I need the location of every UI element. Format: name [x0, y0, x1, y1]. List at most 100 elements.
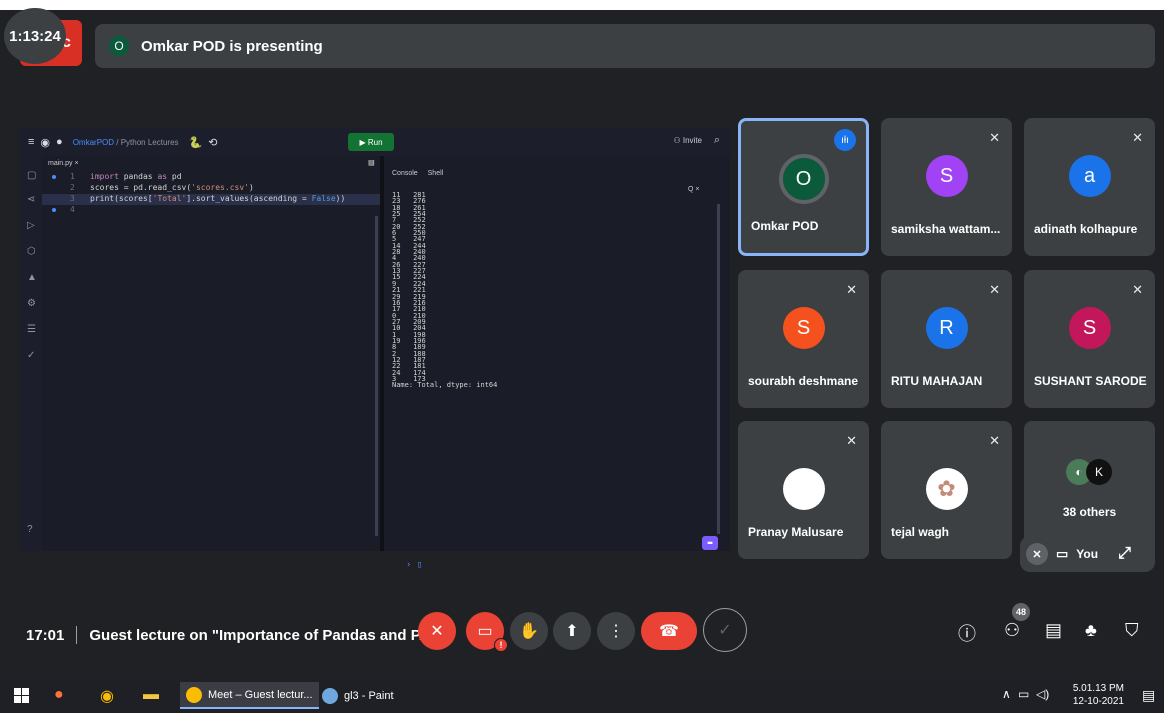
system-clock[interactable]: 5.01.13 PM 12-10-2021: [1073, 682, 1124, 708]
info-icon[interactable]: ⓘ: [958, 620, 976, 646]
windows-start-icon[interactable]: [14, 688, 29, 703]
console-scrollbar: [717, 204, 720, 534]
lock-icon: ▲: [27, 272, 37, 283]
present-button[interactable]: ⬆: [553, 612, 591, 650]
line-number: 1: [70, 172, 75, 181]
chrome-icon[interactable]: ◉: [100, 686, 114, 706]
show-hidden-icons-icon[interactable]: ∧: [1002, 687, 1011, 701]
ide-sidebar: ▢ ⋖ ▷ ⬡ ▲ ⚙ ☰ ✓ ?: [20, 156, 42, 551]
leave-call-button[interactable]: ☎: [641, 612, 697, 650]
tile-omkar-pod[interactable]: ıłı O Omkar POD: [738, 118, 869, 256]
meeting-clock: 17:01: [26, 626, 65, 644]
self-view-label: You: [1076, 547, 1099, 561]
more-icon: ⋮: [608, 623, 624, 640]
line-number: 3: [70, 194, 75, 203]
more-options-button[interactable]: ⋮: [597, 612, 635, 650]
avatar: S: [925, 155, 968, 197]
hangup-icon: ☎: [659, 623, 679, 640]
chat-icon[interactable]: ▤: [1045, 620, 1062, 641]
file-icon: ▤: [368, 158, 374, 168]
camera-off-icon: ▭: [477, 623, 493, 640]
mic-off-icon: ✕: [1132, 282, 1143, 297]
participant-name: sourabh deshmane: [748, 374, 859, 388]
clock-time: 5.01.13 PM: [1072, 683, 1124, 694]
help-icon: ?: [27, 524, 33, 535]
console-pane: Console Shell Q × 11 281 23 276 18 261 2…: [384, 156, 730, 570]
tile-sushant[interactable]: ✕ S SUSHANT SARODE: [1024, 270, 1155, 408]
code-line: 3 print(scores['Total'].sort_values(ascen…: [42, 194, 380, 205]
mic-toggle-button[interactable]: ✕: [418, 612, 456, 650]
presenting-text: Omkar POD is presenting: [141, 37, 323, 55]
present-icon: ⬆: [565, 623, 579, 640]
self-view[interactable]: ✕ ▭ You ⤢: [1020, 536, 1155, 572]
search-icon: ⌕: [713, 134, 720, 146]
participant-name: tejal wagh: [891, 525, 950, 539]
host-controls-icon[interactable]: ⛉: [1125, 620, 1139, 641]
camera-toggle-button[interactable]: ▭!: [466, 612, 508, 652]
files-icon: ▢: [27, 170, 37, 181]
tile-adinath[interactable]: ✕ a adinath kolhapure: [1024, 118, 1155, 256]
network-icon[interactable]: ▭: [1018, 687, 1029, 701]
taskbar-meet-app[interactable]: Meet – Guest lectur...: [180, 682, 319, 709]
avatar: R: [925, 307, 968, 349]
code-lines: 1 import pandas as pd 2 scores = pd.read_cs…: [42, 172, 380, 216]
avatar: S: [782, 307, 825, 349]
avatar: S: [1068, 307, 1111, 349]
firefox-icon[interactable]: ●: [54, 686, 64, 704]
console-search: Q ×: [688, 186, 700, 193]
taskbar-paint-app[interactable]: gl3 - Paint: [316, 682, 400, 709]
raise-hand-button[interactable]: ✋: [510, 612, 548, 650]
run-button: ▶ Run: [348, 133, 394, 151]
activities-icon[interactable]: ♣: [1085, 620, 1097, 641]
volume-icon[interactable]: ◁): [1036, 687, 1049, 701]
code-line: 1 import pandas as pd: [42, 172, 380, 183]
notifications-icon[interactable]: ▤: [1142, 687, 1155, 704]
participant-name: Pranay Malusare: [748, 525, 844, 539]
mic-off-icon: ✕: [1132, 130, 1143, 145]
participant-name: Omkar POD: [751, 219, 819, 233]
meet-window: c 1:13:24 O Omkar POD is presenting ≡ ◉ …: [0, 0, 1164, 678]
taskbar-meet-label: Meet – Guest lectur...: [208, 688, 313, 701]
tile-pranay[interactable]: ✕ Pranay Malusare: [738, 421, 869, 559]
console-tab: Console: [392, 170, 418, 177]
debug-icon: ▷: [27, 220, 35, 231]
breakpoint-dot: [52, 208, 56, 212]
hand-icon: ✋: [519, 623, 539, 640]
check-icon: ✓: [718, 622, 732, 639]
tile-samiksha[interactable]: ✕ S samiksha wattam...: [881, 118, 1012, 256]
avatar: ✿: [925, 468, 968, 510]
tile-sourabh[interactable]: ✕ S sourabh deshmane: [738, 270, 869, 408]
divider: [76, 626, 78, 644]
shared-screen[interactable]: ≡ ◉ ● OmkarPOD / Python Lectures 🐍 ⟲ ▶ R…: [20, 128, 730, 570]
people-icon[interactable]: ⚇: [1004, 620, 1020, 641]
packages-icon: ⬡: [27, 246, 36, 257]
breakpoint-dot: [52, 175, 56, 179]
people-count-badge: 48: [1012, 603, 1030, 621]
file-explorer-icon[interactable]: ▬: [143, 686, 159, 704]
replit-logo-icon: ◉: [40, 136, 51, 149]
mic-off-icon: ✕: [989, 282, 1000, 297]
top-strip: [0, 0, 1164, 10]
ide-header: ≡ ◉ ● OmkarPOD / Python Lectures 🐍 ⟲ ▶ R…: [20, 128, 730, 156]
others-count: 38 others: [1062, 505, 1117, 519]
console-output: 11 281 23 276 18 261 25 254 7 252 20 252…: [392, 191, 498, 390]
tile-ritu[interactable]: ✕ R RITU MAHAJAN: [881, 270, 1012, 408]
participant-name: samiksha wattam...: [891, 222, 1001, 236]
chat-icon: ▬: [702, 536, 718, 550]
recording-timer: 1:13:24: [4, 8, 66, 64]
expand-icon[interactable]: ⤢: [1118, 545, 1131, 563]
tile-tejal[interactable]: ✕ ✿ tejal wagh: [881, 421, 1012, 559]
avatar: O: [782, 158, 825, 200]
mic-off-icon: ✕: [1026, 543, 1048, 565]
presenter-avatar: O: [109, 36, 129, 56]
console-prompt: › ▯: [406, 560, 423, 570]
line-number: 2: [70, 183, 75, 192]
check-icon: ✓: [27, 350, 36, 361]
chrome-icon: [186, 686, 202, 703]
mic-off-icon: ✕: [989, 433, 1000, 448]
check-button[interactable]: ✓: [703, 608, 747, 652]
invite-label: Invite: [682, 136, 702, 145]
breadcrumb-user: OmkarPOD: [72, 137, 115, 147]
python-icon: 🐍: [188, 136, 203, 149]
history-icon: ⟲: [208, 136, 218, 149]
